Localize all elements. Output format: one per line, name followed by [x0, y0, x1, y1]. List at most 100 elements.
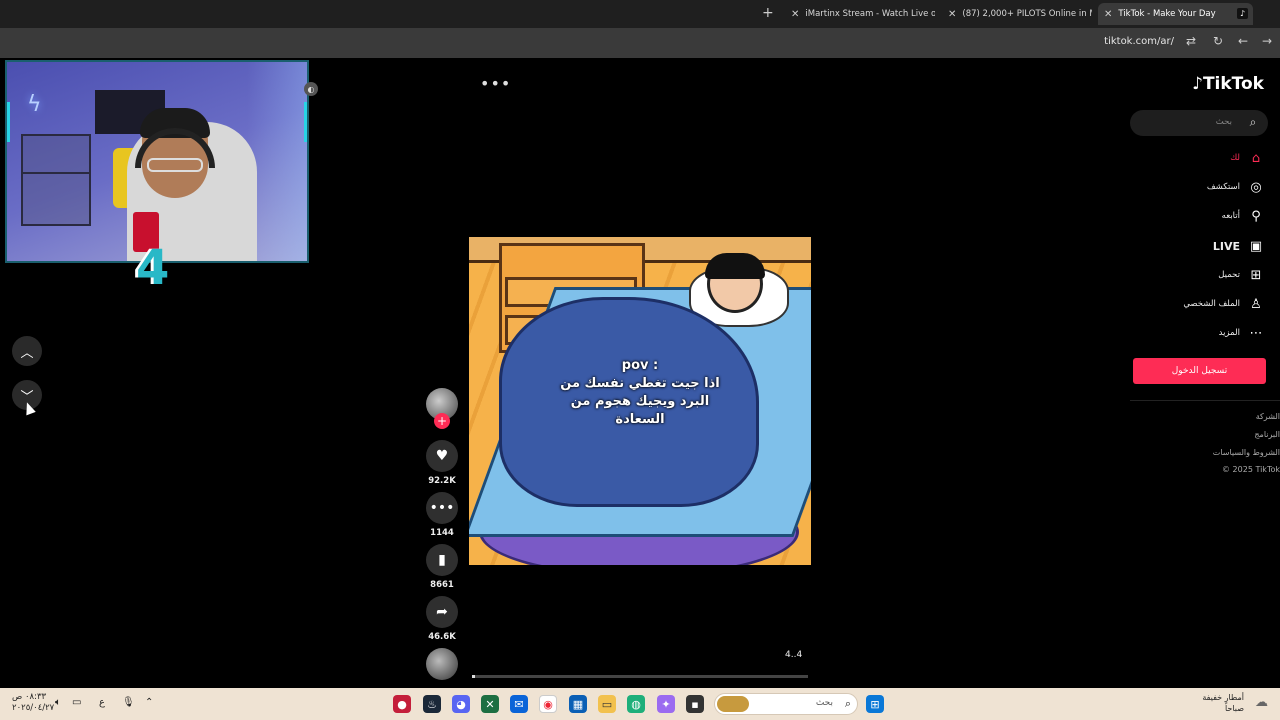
video-progress-bar[interactable]	[472, 675, 808, 678]
chrome-icon[interactable]: ◉	[539, 695, 557, 713]
browser-tab-bar: + ✕ iMartinx Stream - Watch Live o ✕ (87…	[0, 0, 1280, 28]
copilot-icon[interactable]: ✦	[657, 695, 675, 713]
home-icon: ⌂	[1251, 150, 1261, 166]
follow-plus-icon[interactable]: +	[434, 413, 450, 429]
live-icon: ▣	[1249, 238, 1263, 254]
search-icon[interactable]: ⌕	[1246, 115, 1260, 129]
channel-logo: 4	[136, 240, 170, 296]
tab-tiktok[interactable]: ✕ TikTok - Make Your Day	[1098, 3, 1253, 25]
discord-icon[interactable]: ◕	[452, 695, 470, 713]
tiktok-logo[interactable]: ♪TikTok	[1192, 74, 1264, 94]
tab-youtube[interactable]: ✕ (87) 2,000+ PILOTS Online in M	[942, 3, 1092, 25]
tiktok-note-icon: ♪	[1192, 74, 1203, 94]
lightning-logo-icon: ϟ	[27, 92, 42, 117]
sound-avatar[interactable]	[426, 648, 458, 680]
edge-icon[interactable]: ◍	[627, 695, 645, 713]
previous-video-button[interactable]: ︿	[12, 336, 42, 366]
shelf-image	[21, 134, 91, 226]
start-button-icon[interactable]: ⊞	[866, 695, 884, 713]
sidebar-divider	[1130, 400, 1280, 401]
save-count: 8661	[430, 580, 454, 590]
comment-count: 1144	[430, 528, 454, 538]
tab-imartinx[interactable]: ✕ iMartinx Stream - Watch Live o	[785, 3, 935, 25]
nav-label: لك	[1230, 153, 1240, 163]
file-explorer-icon[interactable]: ▭	[598, 695, 616, 713]
following-icon: ⚲	[1251, 208, 1261, 224]
upload-icon: ⊞	[1250, 267, 1262, 283]
save-button[interactable]: ▮	[426, 544, 458, 576]
nav-item-for-you[interactable]: لك ⌂	[1230, 147, 1264, 169]
clock-time: ٠٨:٣٣ ص	[12, 692, 47, 702]
more-options-icon[interactable]: •••	[480, 74, 511, 93]
nav-item-explore[interactable]: استكشف ◎	[1207, 176, 1264, 198]
nav-item-more[interactable]: المزيد ⋯	[1219, 322, 1264, 344]
tab-title: iMartinx Stream - Watch Live o	[805, 9, 935, 19]
clock[interactable]: ٠٨:٣٣ ص ٢٠٢٥/٠٤/٢٧	[12, 692, 54, 714]
weather-subtext: صباحاً	[1224, 704, 1244, 713]
language-indicator[interactable]: ع	[99, 697, 105, 708]
footer-copyright: © 2025 TikTok	[1222, 465, 1280, 474]
tray-overflow-icon[interactable]: ⌃	[145, 697, 153, 708]
store-icon[interactable]: ▦	[569, 695, 587, 713]
microphone-icon[interactable]: 🎙︎	[122, 697, 135, 708]
tab-title: TikTok - Make Your Day	[1118, 9, 1216, 19]
nav-label: LIVE	[1212, 239, 1240, 253]
tiktok-favicon-icon: ♪	[1237, 8, 1248, 19]
video-player[interactable]: pov : اذا جيت تغطي نفسك من البرد ويجيك ه…	[469, 237, 811, 565]
forward-icon[interactable]: →	[1262, 34, 1272, 48]
weather-text: أمطار خفيفة	[1202, 693, 1244, 702]
footer-terms-link[interactable]: الشروط والسياسات	[1213, 448, 1280, 457]
close-tab-icon[interactable]: ✕	[948, 9, 956, 20]
nav-item-upload[interactable]: تحميل ⊞	[1218, 264, 1264, 286]
footer-company-link[interactable]: الشركة	[1256, 412, 1280, 421]
comment-icon: •••	[429, 500, 455, 516]
caption-line: pov :	[621, 358, 659, 373]
caption-line: البرد ويجيك هجوم من	[570, 394, 710, 409]
share-icon: ➦	[436, 604, 448, 620]
close-tab-icon[interactable]: ✕	[1104, 9, 1112, 20]
nav-label: تحميل	[1218, 270, 1240, 280]
app-icon[interactable]: ●	[393, 695, 411, 713]
login-button[interactable]: تسجيل الدخول	[1133, 358, 1266, 384]
nav-item-profile[interactable]: الملف الشخصي ♙	[1183, 293, 1264, 315]
back-icon[interactable]: ←	[1238, 34, 1248, 48]
compass-icon: ◎	[1250, 179, 1262, 195]
share-count: 46.6K	[428, 632, 456, 642]
progress-fill	[472, 675, 476, 678]
search-input[interactable]: بحث ⌕	[1130, 110, 1268, 136]
rain-cloud-icon: ☁	[1255, 695, 1268, 710]
site-settings-icon[interactable]: ⇄	[1186, 34, 1196, 48]
speaker-icon[interactable]: 🔈︎	[55, 697, 61, 708]
comment-button[interactable]: •••	[426, 492, 458, 524]
steam-icon[interactable]: ♨	[423, 695, 441, 713]
profile-icon: ♙	[1250, 296, 1262, 312]
weather-widget[interactable]: أمطار خفيفة صباحاً	[1202, 692, 1244, 714]
tab-title: (87) 2,000+ PILOTS Online in M	[962, 9, 1092, 19]
new-tab-button[interactable]: +	[762, 5, 774, 21]
clock-date: ٢٠٢٥/٠٤/٢٧	[12, 703, 55, 713]
chevron-up-icon: ︿	[20, 345, 34, 361]
network-icon[interactable]: ▭	[72, 697, 81, 708]
footer-program-link[interactable]: البرنامج	[1254, 430, 1280, 439]
like-button[interactable]: ♥	[426, 440, 458, 472]
close-tab-icon[interactable]: ✕	[791, 9, 799, 20]
excel-icon[interactable]: ✕	[481, 695, 499, 713]
share-button[interactable]: ➦	[426, 596, 458, 628]
terminal-icon[interactable]: ▪	[686, 695, 704, 713]
progress-label: 4..4	[785, 650, 803, 660]
nav-item-following[interactable]: أتابعه ⚲	[1222, 205, 1264, 227]
nav-label: استكشف	[1206, 182, 1240, 192]
url-text[interactable]: tiktok.com/ar/	[1104, 36, 1174, 47]
taskbar-search[interactable]: بحث ⌕	[714, 693, 858, 715]
caption-line: اذا جيت تغطي نفسك من	[560, 376, 720, 391]
nav-item-live[interactable]: LIVE ▣	[1213, 235, 1264, 257]
reload-icon[interactable]: ↻	[1213, 34, 1223, 48]
tiktok-page: ϟ 4 ◐ ••• ︿ ﹀ pov : اذا جيت تغطي نفسك من…	[0, 58, 1280, 688]
taskbar-search-placeholder: بحث	[815, 698, 833, 708]
overlay-icon: ◐	[304, 82, 318, 96]
like-count: 92.2K	[428, 476, 456, 486]
nav-label: الملف الشخصي	[1183, 299, 1240, 309]
webcam-overlay: ϟ	[5, 60, 309, 263]
caption-line: السعادة	[615, 412, 665, 427]
outlook-icon[interactable]: ✉	[510, 695, 528, 713]
